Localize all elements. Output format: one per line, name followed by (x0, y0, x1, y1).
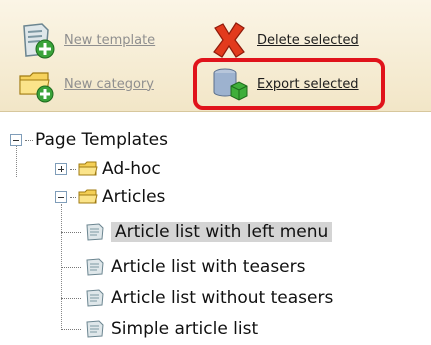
toolbar: New template Delete selected New categor… (0, 0, 431, 112)
tree-node-label: Article list without teasers (111, 288, 334, 308)
tree-node-label: Page Templates (35, 130, 168, 150)
new-category-icon (16, 64, 56, 104)
folder-icon (78, 161, 98, 177)
collapse-icon[interactable] (10, 134, 22, 146)
new-template-icon (16, 20, 56, 60)
tree-node-articles[interactable]: Articles (55, 183, 165, 211)
tree-node-label: Articles (102, 187, 166, 207)
new-template-action[interactable]: New template (16, 20, 155, 60)
new-category-link[interactable]: New category (64, 77, 154, 92)
tree-node-template[interactable]: Article list with left menu (61, 218, 333, 246)
new-template-link[interactable]: New template (64, 33, 155, 48)
highlight-box (193, 58, 385, 110)
tree-node-template[interactable]: Simple article list (61, 315, 258, 343)
delete-selected-action[interactable]: Delete selected (209, 20, 359, 60)
tree-node-template[interactable]: Article list with teasers (61, 253, 306, 281)
template-icon (85, 289, 105, 307)
delete-selected-link[interactable]: Delete selected (257, 33, 359, 48)
tree-node-template[interactable]: Article list without teasers (61, 284, 333, 312)
template-icon (85, 320, 105, 338)
expand-icon[interactable] (55, 163, 67, 175)
tree-node-adhoc[interactable]: Ad-hoc (55, 155, 161, 183)
tree-connector (61, 297, 81, 299)
tree-node-label: Article list with teasers (111, 257, 306, 277)
tree-connector (61, 266, 81, 268)
template-icon (85, 258, 105, 276)
tree-connector (70, 196, 76, 198)
delete-icon (209, 20, 249, 60)
collapse-icon[interactable] (55, 191, 67, 203)
tree-node-label: Ad-hoc (102, 159, 161, 179)
tree-connector (25, 139, 33, 141)
template-icon (85, 223, 105, 241)
tree-node-root[interactable]: Page Templates (10, 126, 168, 154)
template-tree: Page Templates Ad-hoc Articles Article l… (0, 112, 431, 345)
tree-node-label: Simple article list (111, 319, 259, 339)
tree-connector (61, 328, 81, 330)
tree-node-label: Article list with left menu (111, 222, 333, 242)
tree-connector (70, 168, 76, 170)
tree-connector (61, 231, 81, 233)
folder-icon (78, 189, 98, 205)
new-category-action[interactable]: New category (16, 64, 154, 104)
